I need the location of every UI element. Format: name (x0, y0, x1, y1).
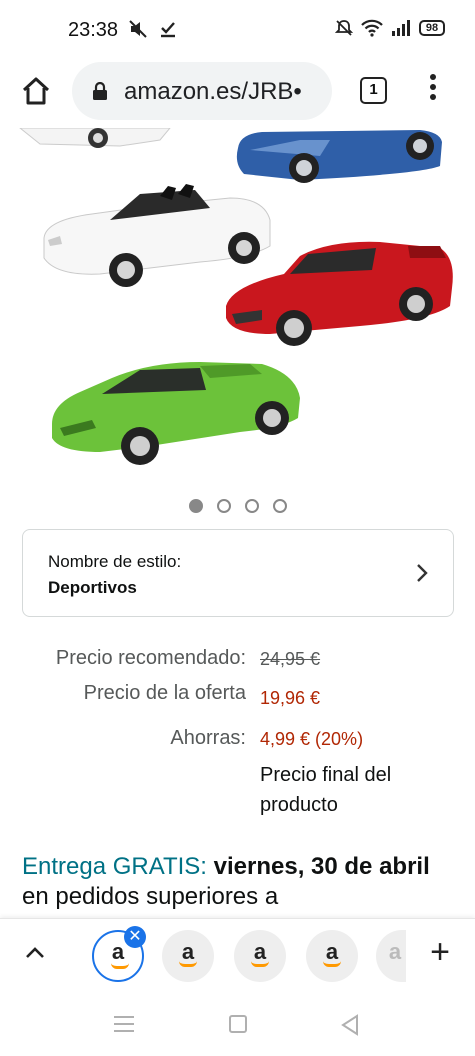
product-image[interactable] (0, 128, 475, 488)
style-selector[interactable]: Nombre de estilo: Deportivos (22, 529, 454, 617)
carousel-dot-2[interactable] (216, 499, 231, 513)
more-options-icon[interactable] (426, 74, 440, 108)
offer-price-label: Precio de la oferta (83, 682, 246, 704)
status-time: 23:38 (68, 19, 119, 41)
style-label: Nombre de estilo: (48, 552, 182, 571)
amazon-smile-icon (111, 963, 129, 969)
offer-price-value: 19,96 € (260, 688, 321, 708)
tab-amazon-5-partial[interactable]: a (376, 930, 406, 982)
back-icon[interactable] (340, 1014, 360, 1036)
carousel-dot-3[interactable] (244, 499, 259, 513)
savings-label: Ahorras: (170, 727, 246, 749)
amazon-logo-icon: a (111, 939, 125, 964)
final-price-note: Precio final del producto (260, 764, 392, 816)
tab-switcher-button[interactable]: 1 (360, 77, 387, 104)
delivery-condition: en pedidos superiores a (22, 883, 279, 910)
signal-icon (392, 20, 410, 36)
mute-icon (129, 20, 147, 38)
car-red (226, 241, 453, 346)
tab-amazon-3[interactable]: a (234, 930, 286, 982)
tab-amazon-2[interactable]: a (162, 930, 214, 982)
status-bar: 23:38 98 (0, 0, 475, 58)
browser-toolbar: amazon.es/JRB• 1 (0, 58, 475, 128)
address-bar[interactable]: amazon.es/JRB• (72, 62, 332, 120)
wifi-icon (361, 19, 383, 37)
home-nav-icon[interactable] (229, 1015, 247, 1033)
lock-icon (93, 82, 107, 100)
amazon-smile-icon (323, 961, 341, 967)
amazon-smile-icon (251, 961, 269, 967)
amazon-smile-icon (179, 961, 197, 967)
style-value: Deportivos (48, 578, 137, 597)
car-blue (236, 130, 442, 183)
close-tab-icon[interactable]: ✕ (124, 926, 146, 948)
chevron-right-icon (417, 564, 428, 582)
tab-amazon-4[interactable]: a (306, 930, 358, 982)
recommended-price-label: Precio recomendado: (55, 647, 246, 669)
battery-icon: 98 (419, 20, 445, 36)
car-white-partial (19, 128, 171, 148)
free-delivery-label: Entrega GRATIS: (22, 853, 207, 880)
carousel-dot-4[interactable] (272, 499, 287, 513)
alarm-off-icon (335, 20, 353, 36)
amazon-logo-icon: a (388, 939, 402, 964)
new-tab-button[interactable]: + (424, 935, 456, 969)
url-text: amazon.es/JRB• (124, 78, 302, 105)
carousel-dot-1[interactable] (188, 499, 203, 513)
car-white (43, 184, 271, 287)
image-carousel-dots (0, 499, 475, 517)
home-icon[interactable] (20, 75, 52, 107)
delivery-date: viernes, 30 de abril (213, 853, 430, 880)
product-photo (19, 128, 453, 465)
system-nav-bar (0, 992, 475, 1056)
status-right-icons: 98 (335, 19, 445, 37)
recommended-price-value: 24,95 € (260, 649, 321, 669)
savings-value: 4,99 € (20%) (260, 729, 364, 749)
recents-icon[interactable] (114, 1016, 134, 1032)
download-done-icon (161, 22, 175, 38)
tab-strip: a ✕ a a a a + (0, 918, 475, 992)
delivery-info: Entrega GRATIS: viernes, 30 de abril en … (22, 852, 462, 912)
chevron-up-icon[interactable] (24, 946, 46, 960)
car-green (52, 362, 300, 465)
status-left-icons (128, 19, 178, 39)
